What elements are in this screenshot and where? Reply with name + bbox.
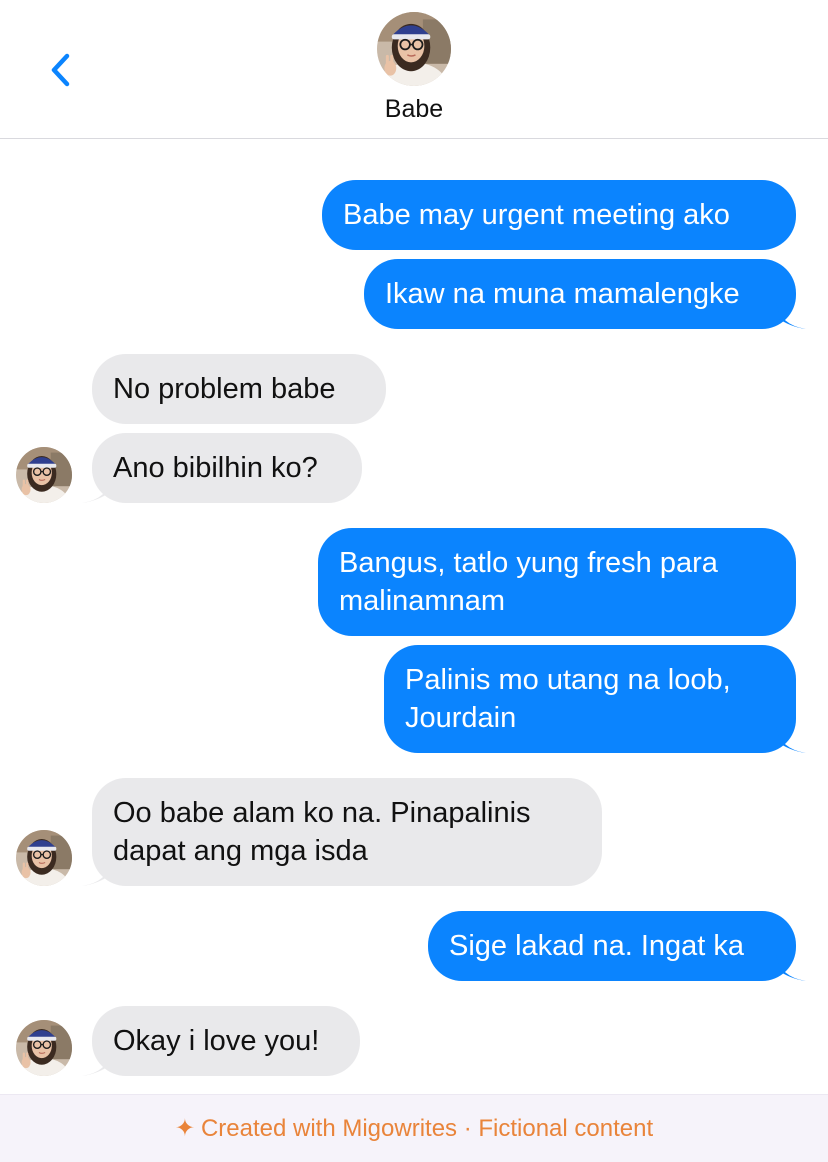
contact-name[interactable]: Babe [0,95,828,124]
bubble-tail [776,727,806,753]
bubble-tail [82,1050,112,1076]
watermark-footer: ✦ Created with Migowrites · Fictional co… [0,1094,828,1162]
message-bubble-received[interactable]: No problem babe [92,354,386,424]
sparkle-icon: ✦ [174,1115,195,1142]
message-text: Ano bibilhin ko? [113,452,318,484]
message-bubble-received[interactable]: Ano bibilhin ko? [92,433,362,503]
footer-text: Created with Migowrites · Fictional cont… [200,1114,654,1142]
message-bubble-sent[interactable]: Palinis mo utang na loob, Jourdain [384,645,796,753]
message-text: No problem babe [113,373,336,405]
chevron-left-icon[interactable] [40,48,84,92]
message-bubble-received[interactable]: Oo babe alam ko na. Pinapalinis dapat an… [92,778,602,886]
bubble-tail [776,955,806,981]
message-text: Oo babe alam ko na. Pinapalinis dapat an… [113,797,531,867]
message-text: Bangus, tatlo yung fresh para malinamnam [339,547,718,617]
message-text: Okay i love you! [113,1025,320,1057]
message-text: Ikaw na muna mamalengke [385,278,740,310]
message-text: Palinis mo utang na loob, Jourdain [405,664,731,734]
back-button[interactable] [40,48,84,92]
sender-avatar[interactable] [16,447,72,503]
message-bubble-sent[interactable]: Bangus, tatlo yung fresh para malinamnam [318,528,796,636]
message-bubble-sent[interactable]: Babe may urgent meeting ako [322,180,796,250]
bubble-tail [82,860,112,886]
message-bubble-received[interactable]: Okay i love you! [92,1006,360,1076]
contact-avatar[interactable] [377,12,451,86]
chat-header: Babe [0,0,828,139]
sender-avatar[interactable] [16,1020,72,1076]
message-bubble-sent[interactable]: Sige lakad na. Ingat ka [428,911,796,981]
message-bubble-sent[interactable]: Ikaw na muna mamalengke [364,259,796,329]
bubble-tail [82,477,112,503]
bubble-tail [776,303,806,329]
sender-avatar[interactable] [16,830,72,886]
message-text: Babe may urgent meeting ako [343,199,730,231]
message-text: Sige lakad na. Ingat ka [449,930,745,962]
